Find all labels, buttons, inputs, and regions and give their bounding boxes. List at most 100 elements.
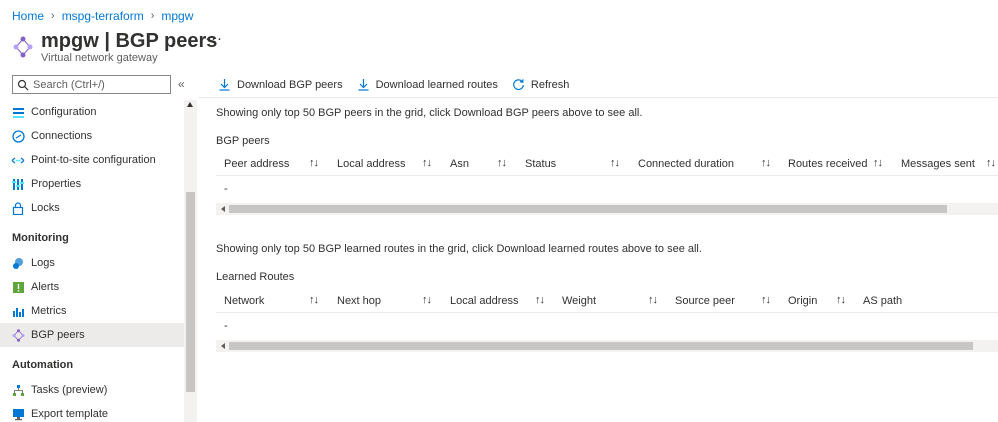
collapse-sidebar-button[interactable]: « [178, 77, 185, 91]
sort-icon[interactable]: ↑↓ [761, 294, 771, 306]
scroll-left-arrow-icon[interactable] [221, 206, 225, 212]
sort-icon[interactable]: ↑↓ [422, 157, 432, 169]
sidebar-item-properties[interactable]: Properties [0, 172, 184, 196]
sort-icon[interactable]: ↑↓ [497, 157, 507, 169]
column-as-path[interactable]: AS path [863, 289, 902, 313]
point-to-site-icon [11, 153, 25, 167]
refresh-button[interactable]: Refresh [512, 78, 570, 91]
column-status[interactable]: Status [525, 152, 556, 176]
export-template-icon [11, 407, 25, 421]
column-local-address[interactable]: Local address [450, 289, 519, 313]
breadcrumb-home[interactable]: Home [12, 9, 44, 23]
breadcrumb-resource[interactable]: mpgw [161, 9, 193, 23]
scroll-up-arrow-icon[interactable] [187, 102, 193, 107]
sort-icon[interactable]: ↑↓ [309, 294, 319, 306]
sidebar-item-connections[interactable]: Connections [0, 124, 184, 148]
bgp-peers-title: BGP peers [216, 135, 270, 147]
learned-routes-info-text: Showing only top 50 BGP learned routes i… [216, 243, 702, 255]
column-source-peer[interactable]: Source peer [675, 289, 735, 313]
sidebar-item-bgp-peers[interactable]: BGP peers [0, 323, 184, 347]
sort-icon[interactable]: ↑↓ [535, 294, 545, 306]
sidebar-item-label: Configuration [31, 106, 97, 118]
download-icon [219, 79, 230, 91]
column-local-address[interactable]: Local address [337, 152, 406, 176]
sidebar-item-label: Logs [31, 257, 55, 269]
column-messages-sent[interactable]: Messages sent [901, 152, 975, 176]
page-header: mpgw | BGP peers Virtual network gateway… [12, 30, 412, 66]
sidebar-item-label: Metrics [31, 305, 67, 317]
refresh-icon [513, 79, 524, 91]
bgp-peers-icon [13, 36, 33, 58]
sidebar-item-logs[interactable]: Logs [0, 251, 184, 275]
sidebar-item-alerts[interactable]: Alerts [0, 275, 184, 299]
learned-routes-title: Learned Routes [216, 271, 295, 283]
breadcrumb-resource-group[interactable]: mspg-terraform [62, 9, 144, 23]
sidebar-item-label: Connections [31, 130, 93, 142]
tasks-icon [11, 383, 25, 397]
sort-icon[interactable]: ↑↓ [761, 157, 771, 169]
section-automation: Automation [12, 359, 74, 371]
learned-routes-grid-header: Network ↑↓ Next hop ↑↓ Local address ↑↓ … [216, 289, 998, 313]
scroll-left-arrow-icon[interactable] [221, 343, 225, 349]
sort-icon[interactable]: ↑↓ [648, 294, 658, 306]
section-monitoring: Monitoring [12, 232, 69, 244]
page-title: mpgw | BGP peers [41, 30, 218, 52]
breadcrumb: Home › mspg-terraform › mpgw [12, 9, 193, 23]
scrollbar-thumb[interactable] [229, 205, 947, 213]
sidebar-item-label: Point-to-site configuration [31, 154, 156, 166]
sidebar-item-configuration[interactable]: Configuration [0, 100, 184, 124]
scrollbar-thumb[interactable] [186, 192, 195, 392]
connections-icon [11, 129, 25, 143]
column-origin[interactable]: Origin [788, 289, 817, 313]
download-learned-routes-label: Download learned routes [375, 78, 498, 91]
search-box[interactable] [12, 75, 171, 94]
learned-routes-horizontal-scrollbar[interactable] [216, 340, 998, 352]
sidebar-item-label: BGP peers [31, 329, 85, 341]
column-peer-address[interactable]: Peer address [224, 152, 289, 176]
search-input[interactable] [33, 78, 163, 91]
sort-icon[interactable]: ↑↓ [986, 157, 996, 169]
download-icon [358, 79, 369, 91]
sidebar-item-label: Export template [31, 408, 109, 420]
sidebar-nav: Configuration Connections Point-to-site … [0, 100, 184, 422]
column-connected-duration[interactable]: Connected duration [638, 152, 734, 176]
sidebar-scrollbar[interactable] [184, 100, 197, 422]
scrollbar-thumb[interactable] [229, 342, 973, 350]
sidebar-item-metrics[interactable]: Metrics [0, 299, 184, 323]
column-network[interactable]: Network [224, 289, 264, 313]
chevron-right-icon: › [51, 10, 55, 22]
sidebar-item-locks[interactable]: Locks [0, 196, 184, 220]
download-learned-routes-button[interactable]: Download learned routes [357, 78, 498, 91]
download-bgp-peers-label: Download BGP peers [237, 78, 343, 91]
logs-icon [11, 256, 25, 270]
sort-icon[interactable]: ↑↓ [422, 294, 432, 306]
bgp-peers-grid-header: Peer address ↑↓ Local address ↑↓ Asn ↑↓ … [216, 152, 998, 176]
sidebar-item-export-template[interactable]: Export template [0, 402, 184, 422]
column-asn[interactable]: Asn [450, 152, 469, 176]
bgp-peers-info-text: Showing only top 50 BGP peers in the gri… [216, 107, 643, 119]
sidebar-item-label: Locks [31, 202, 60, 214]
column-weight[interactable]: Weight [562, 289, 596, 313]
search-icon [17, 79, 29, 90]
sort-icon[interactable]: ↑↓ [873, 157, 883, 169]
sidebar-item-label: Tasks (preview) [31, 384, 108, 396]
download-bgp-peers-button[interactable]: Download BGP peers [218, 78, 343, 91]
lock-icon [11, 201, 25, 215]
sidebar-item-label: Alerts [31, 281, 60, 293]
metrics-icon [11, 304, 25, 318]
sort-icon[interactable]: ↑↓ [610, 157, 620, 169]
alerts-icon [11, 280, 25, 294]
more-options-button[interactable]: ··· [205, 30, 223, 48]
sidebar-item-label: Properties [31, 178, 82, 190]
sidebar-item-point-to-site[interactable]: Point-to-site configuration [0, 148, 184, 172]
sort-icon[interactable]: ↑↓ [836, 294, 846, 306]
properties-icon [11, 177, 25, 191]
column-next-hop[interactable]: Next hop [337, 289, 381, 313]
refresh-label: Refresh [530, 78, 570, 91]
column-routes-received[interactable]: Routes received [788, 152, 868, 176]
sort-icon[interactable]: ↑↓ [309, 157, 319, 169]
bgp-peers-horizontal-scrollbar[interactable] [216, 203, 998, 215]
sidebar-item-tasks[interactable]: Tasks (preview) [0, 378, 184, 402]
sidebar: « Configuration Connections Point-to-sit… [0, 72, 198, 422]
table-row: - [224, 183, 228, 195]
